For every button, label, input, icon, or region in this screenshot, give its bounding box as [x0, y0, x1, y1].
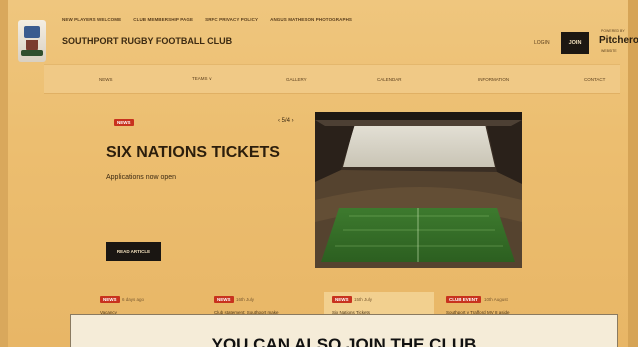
top-link-privacy[interactable]: SRFC PRIVACY POLICY: [205, 17, 258, 22]
news-card-date: 6 days ago: [122, 297, 145, 302]
banner-text: YOU CAN ALSO JOIN THE CLUB: [211, 335, 477, 347]
main-nav: NEWS TEAMS ∨ GALLERY CALENDAR INFORMATIO…: [44, 64, 620, 94]
stadium-illustration: [315, 112, 522, 268]
top-links: NEW PLAYERS WELCOME CLUB MEMBERSHIP PAGE…: [62, 17, 352, 22]
top-link-photographs[interactable]: ANGUS MATHESON PHOTOGRAPHS: [270, 17, 352, 22]
news-card-tag: NEWS: [100, 296, 120, 303]
news-card-tag: CLUB EVENT: [446, 296, 481, 303]
screenshot-frame: NEW PLAYERS WELCOME CLUB MEMBERSHIP PAGE…: [0, 0, 638, 347]
stadium-photo[interactable]: [315, 112, 522, 268]
hero-headline[interactable]: SIX NATIONS TICKETS: [106, 144, 280, 162]
crest-shield: [24, 26, 40, 38]
crest-ribbon: [21, 50, 43, 56]
nav-teams[interactable]: TEAMS ∨: [192, 65, 212, 93]
news-card-date: 16th July: [236, 297, 255, 302]
pitchero-logo[interactable]: Pitchero: [599, 35, 638, 46]
join-club-banner[interactable]: YOU CAN ALSO JOIN THE CLUB: [70, 314, 618, 347]
hero-news-tag: NEWS: [114, 119, 134, 126]
news-card-tag: NEWS: [214, 296, 234, 303]
nav-news[interactable]: NEWS: [99, 65, 113, 93]
news-card-date: 15th July: [354, 297, 373, 302]
news-card-tag: NEWS: [332, 296, 352, 303]
powered-by-label: POWERED BY: [601, 29, 625, 33]
nav-calendar[interactable]: CALENDAR: [377, 65, 402, 93]
top-link-new-players[interactable]: NEW PLAYERS WELCOME: [62, 17, 121, 22]
nav-gallery[interactable]: GALLERY: [286, 65, 307, 93]
nav-contact[interactable]: CONTACT: [584, 65, 605, 93]
top-link-membership[interactable]: CLUB MEMBERSHIP PAGE: [133, 17, 193, 22]
hero-subline: Applications now open: [106, 174, 177, 181]
background-edge-right: [628, 0, 638, 347]
news-card-date: 10th August: [484, 297, 508, 302]
hero-pager[interactable]: ‹ 5/4 ›: [278, 118, 294, 124]
background-edge-left: [0, 0, 8, 347]
join-button[interactable]: JOIN: [561, 32, 589, 54]
nav-information[interactable]: INFORMATION: [478, 65, 509, 93]
login-link[interactable]: LOGIN: [534, 40, 550, 46]
club-crest-logo[interactable]: [18, 20, 46, 62]
read-article-button[interactable]: READ ARTICLE: [106, 242, 161, 261]
pitchero-sub-label: WEBSITE: [601, 49, 617, 53]
club-name[interactable]: SOUTHPORT RUGBY FOOTBALL CLUB: [62, 36, 232, 46]
